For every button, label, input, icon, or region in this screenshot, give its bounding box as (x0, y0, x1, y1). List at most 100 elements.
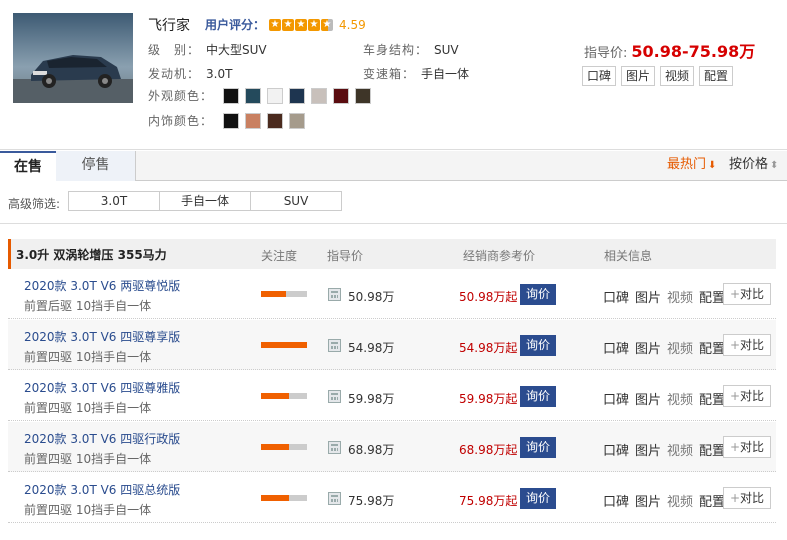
row-reviews-link[interactable]: 口碑 (603, 440, 629, 459)
ask-price-button[interactable]: 询价 (520, 386, 556, 407)
row-videos-link[interactable]: 视频 (667, 440, 693, 459)
exterior-color-swatch[interactable] (223, 87, 240, 104)
ask-price-button[interactable]: 询价 (520, 284, 556, 305)
interior-swatches (223, 112, 306, 129)
header-config-button[interactable]: 配置 (699, 66, 734, 86)
heat-bar-fill (261, 291, 287, 297)
row-config-link[interactable]: 配置 (699, 440, 725, 459)
compare-label: 对比 (740, 491, 765, 505)
row-config-link[interactable]: 配置 (699, 491, 725, 510)
price-value: 50.98-75.98万 (631, 42, 756, 61)
calculator-icon[interactable] (328, 441, 341, 454)
row-videos-link[interactable]: 视频 (667, 491, 693, 510)
tab-on-sale[interactable]: 在售 (0, 151, 56, 181)
column-dealer-price: 经销商参考价 (463, 249, 536, 263)
filter-option-engine[interactable]: 3.0T (68, 191, 160, 211)
row-photos-link[interactable]: 图片 (635, 491, 661, 510)
sort-price[interactable]: 按价格 ⬍ (729, 151, 778, 181)
sort-icon: ⬍ (770, 160, 779, 171)
compare-button[interactable]: +对比 (723, 487, 771, 509)
interior-color-swatch[interactable] (289, 112, 306, 129)
calculator-icon[interactable] (328, 492, 341, 505)
heat-bar (261, 444, 307, 450)
calculator-icon[interactable] (328, 390, 341, 403)
calculator-icon[interactable] (328, 288, 341, 301)
ask-price-button[interactable]: 询价 (520, 437, 556, 458)
model-name-link[interactable]: 2020款 3.0T V6 四驱尊雅版 (24, 379, 180, 396)
dealer-price[interactable]: 54.98万起 (459, 339, 517, 356)
sort-hottest[interactable]: 最热门 ⬇ (667, 151, 716, 181)
row-reviews-link[interactable]: 口碑 (603, 287, 629, 306)
row-videos-link[interactable]: 视频 (667, 338, 693, 357)
filter-option-gearbox[interactable]: 手自一体 (159, 191, 251, 211)
sort-hottest-label: 最热门 (667, 157, 707, 172)
column-heat: 关注度 (261, 249, 298, 263)
ask-price-button[interactable]: 询价 (520, 488, 556, 509)
compare-button[interactable]: +对比 (723, 283, 771, 305)
sale-tabs: 在售 停售 最热门 ⬇ 按价格 ⬍ (0, 151, 787, 181)
exterior-color-swatch[interactable] (267, 87, 284, 104)
row-photos-link[interactable]: 图片 (635, 287, 661, 306)
row-reviews-link[interactable]: 口碑 (603, 338, 629, 357)
header-videos-button[interactable]: 视频 (660, 66, 695, 86)
heat-bar-fill (261, 495, 289, 501)
row-videos-link[interactable]: 视频 (667, 389, 693, 408)
row-photos-link[interactable]: 图片 (635, 389, 661, 408)
dealer-price[interactable]: 68.98万起 (459, 441, 517, 458)
table-row: 2020款 3.0T V6 四驱尊享版 前置四驱 10挡手自一体 54.98万 … (8, 320, 776, 370)
exterior-color-swatch[interactable] (311, 87, 328, 104)
row-videos-link[interactable]: 视频 (667, 287, 693, 306)
car-name[interactable]: 飞行家 (148, 15, 190, 35)
header-photos-button[interactable]: 图片 (621, 66, 656, 86)
row-links: 口碑 图片 视频 配置 (603, 440, 725, 459)
row-links: 口碑 图片 视频 配置 (603, 389, 725, 408)
row-config-link[interactable]: 配置 (699, 287, 725, 306)
exterior-color-swatch[interactable] (333, 87, 350, 104)
calculator-icon[interactable] (328, 339, 341, 352)
interior-color-swatch[interactable] (267, 112, 284, 129)
table-row: 2020款 3.0T V6 两驱尊悦版 前置后驱 10挡手自一体 50.98万 … (8, 269, 776, 319)
model-msrp: 75.98万 (348, 494, 395, 508)
dealer-price[interactable]: 75.98万起 (459, 492, 517, 509)
model-drivetrain: 前置后驱 10挡手自一体 (24, 299, 152, 313)
filter-label: 高级筛选: (8, 197, 61, 211)
plus-icon: + (729, 389, 741, 403)
compare-button[interactable]: +对比 (723, 385, 771, 407)
spec-level-label: 级 别： (148, 43, 201, 57)
model-name-link[interactable]: 2020款 3.0T V6 四驱尊享版 (24, 328, 180, 345)
filter-option-body[interactable]: SUV (250, 191, 342, 211)
user-rating: 用户评分： ★ ★ ★ ★ ★ 4.59 (205, 16, 366, 33)
price-label: 指导价: (584, 46, 628, 61)
row-photos-link[interactable]: 图片 (635, 440, 661, 459)
header-reviews-button[interactable]: 口碑 (582, 66, 617, 86)
interior-color-swatch[interactable] (223, 112, 240, 129)
row-links: 口碑 图片 视频 配置 (603, 338, 725, 357)
heat-bar (261, 342, 307, 348)
exterior-color-swatch[interactable] (355, 87, 372, 104)
dealer-price[interactable]: 50.98万起 (459, 288, 517, 305)
model-name-link[interactable]: 2020款 3.0T V6 四驱总统版 (24, 481, 180, 498)
car-thumbnail[interactable] (13, 13, 133, 103)
spec-gearbox-label: 变速箱： (363, 67, 416, 81)
exterior-color-swatch[interactable] (289, 87, 306, 104)
exterior-color-swatch[interactable] (245, 87, 262, 104)
row-photos-link[interactable]: 图片 (635, 338, 661, 357)
row-reviews-link[interactable]: 口碑 (603, 491, 629, 510)
row-config-link[interactable]: 配置 (699, 338, 725, 357)
row-reviews-link[interactable]: 口碑 (603, 389, 629, 408)
interior-color-swatch[interactable] (245, 112, 262, 129)
arrow-down-icon: ⬇ (708, 160, 717, 171)
model-name-link[interactable]: 2020款 3.0T V6 四驱行政版 (24, 430, 180, 447)
heat-bar (261, 495, 307, 501)
compare-button[interactable]: +对比 (723, 334, 771, 356)
compare-button[interactable]: +对比 (723, 436, 771, 458)
dealer-price[interactable]: 59.98万起 (459, 390, 517, 407)
model-name-link[interactable]: 2020款 3.0T V6 两驱尊悦版 (24, 277, 180, 294)
row-config-link[interactable]: 配置 (699, 389, 725, 408)
ask-price-button[interactable]: 询价 (520, 335, 556, 356)
tab-discontinued[interactable]: 停售 (56, 151, 136, 181)
compare-label: 对比 (740, 338, 765, 352)
column-related-info: 相关信息 (604, 249, 653, 263)
heat-bar-fill (261, 342, 307, 348)
sort-price-label: 按价格 (729, 157, 769, 172)
